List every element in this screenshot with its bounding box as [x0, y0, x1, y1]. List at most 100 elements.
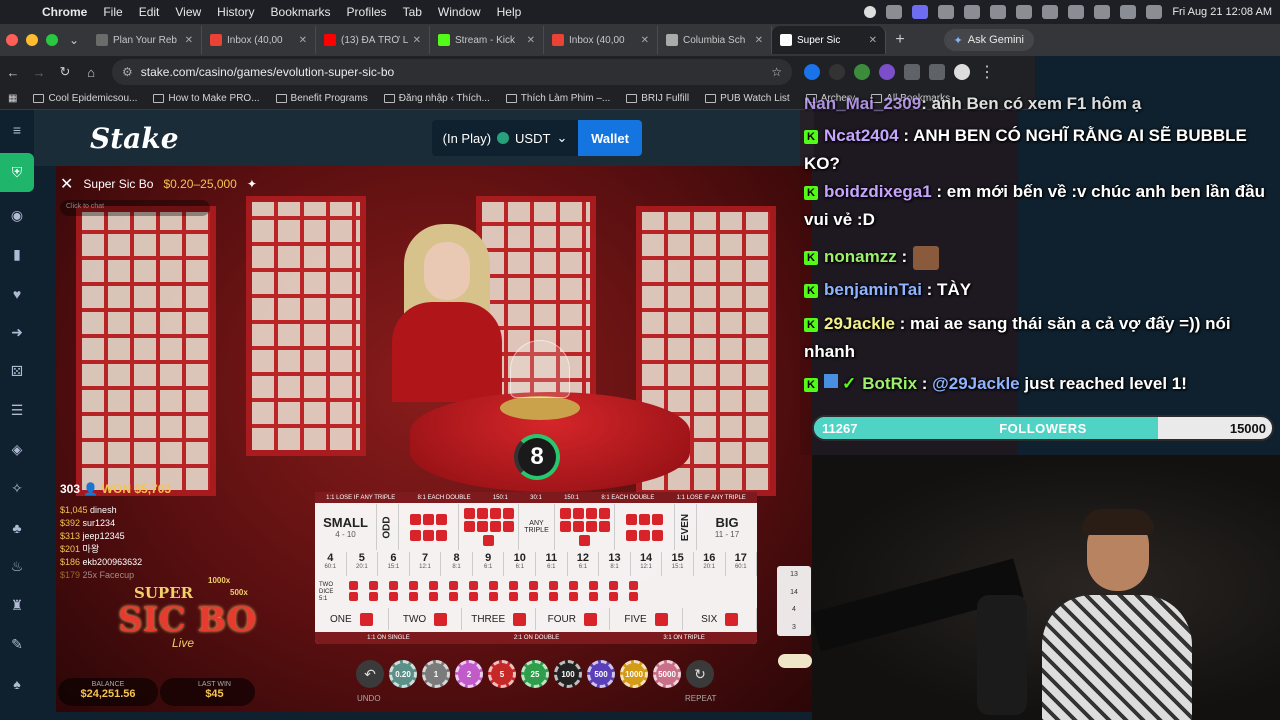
bet-single-three[interactable]: THREE — [462, 608, 537, 630]
favorite-star-icon[interactable]: ✦ — [247, 177, 257, 191]
dice-icon[interactable]: ⚄ — [0, 352, 34, 391]
bet-two-dice-combo[interactable] — [485, 581, 501, 603]
bet-two-dice-combo[interactable] — [545, 581, 561, 603]
menu-hamburger-icon[interactable]: ≡ — [0, 110, 34, 149]
tab-search-chevron-icon[interactable]: ⌄ — [60, 28, 88, 52]
balance-selector[interactable]: (In Play) USDT ⌄ — [432, 120, 578, 156]
bet-total-11[interactable]: 11 6:1 — [536, 552, 568, 576]
close-tab-icon[interactable]: ✕ — [755, 35, 763, 46]
search-icon[interactable] — [1120, 5, 1137, 19]
chrome-menu-kebab-icon[interactable]: ⋮ — [979, 62, 995, 82]
media-controls-icon[interactable] — [929, 64, 945, 80]
menu-edit[interactable]: Edit — [131, 5, 168, 19]
extension-2-icon[interactable] — [829, 64, 845, 80]
close-tab-icon[interactable]: ✕ — [527, 35, 535, 46]
menu-bookmarks[interactable]: Bookmarks — [263, 5, 339, 19]
menu-app-chrome[interactable]: Chrome — [34, 5, 95, 19]
bet-two-dice-combo[interactable] — [625, 581, 641, 603]
results-roadmap[interactable]: 13 14 4 3 — [777, 566, 811, 636]
bet-single-six[interactable]: SIX — [683, 608, 758, 630]
menu-help[interactable]: Help — [489, 5, 530, 19]
profile-avatar-icon[interactable] — [954, 64, 970, 80]
menu-tab[interactable]: Tab — [395, 5, 430, 19]
bet-two-dice-combo[interactable] — [505, 581, 521, 603]
browser-tab[interactable]: Columbia Sch ✕ — [658, 26, 772, 54]
extension-p-icon[interactable] — [879, 64, 895, 80]
forward-arrow-icon[interactable]: → — [26, 65, 52, 80]
stats-icon[interactable]: ♣ — [0, 508, 34, 547]
close-window-button[interactable] — [6, 34, 18, 46]
fire-icon[interactable]: ♨ — [0, 547, 34, 586]
bet-big[interactable]: BIG 11 - 17 — [697, 504, 757, 550]
extension-1-icon[interactable] — [804, 64, 820, 80]
bet-total-15[interactable]: 15 15:1 — [662, 552, 694, 576]
bet-two-dice-combo[interactable] — [345, 581, 361, 603]
minimize-window-button[interactable] — [26, 34, 38, 46]
record-status-icon[interactable] — [864, 6, 877, 18]
menubar-clock[interactable]: Fri Aug 21 12:08 AM — [1172, 6, 1272, 18]
d-app-icon[interactable] — [964, 5, 981, 19]
repeat-button[interactable]: ↻ — [686, 660, 714, 688]
heart-icon[interactable]: ♥ — [0, 274, 34, 313]
bet-total-5[interactable]: 5 20:1 — [347, 552, 379, 576]
stake-logo[interactable]: Stake — [90, 122, 179, 155]
bet-two-dice-combo[interactable] — [465, 581, 481, 603]
menu-profiles[interactable]: Profiles — [339, 5, 395, 19]
extensions-puzzle-icon[interactable] — [904, 64, 920, 80]
bet-single-two[interactable]: TWO — [389, 608, 463, 630]
bet-total-9[interactable]: 9 6:1 — [473, 552, 505, 576]
chip-500[interactable]: 500 — [587, 660, 615, 688]
bookmark-icon[interactable]: ▮ — [0, 235, 34, 274]
undo-button[interactable]: ↶ — [356, 660, 384, 688]
site-info-icon[interactable]: ⚙ — [122, 65, 133, 79]
sparkle-icon[interactable]: ✧ — [0, 469, 34, 508]
bookmark-star-icon[interactable]: ☆ — [771, 65, 782, 79]
sports-ball-icon[interactable]: ◉ — [0, 196, 34, 235]
bookmark-item[interactable]: How to Make PRO... — [145, 93, 267, 104]
bet-total-4[interactable]: 4 60:1 — [315, 552, 347, 576]
bet-even[interactable]: EVEN — [675, 504, 697, 550]
chip-25[interactable]: 25 — [521, 660, 549, 688]
shield-icon[interactable]: ⛨ — [0, 153, 34, 192]
bet-doubles-left[interactable] — [399, 504, 459, 550]
chip-1[interactable]: 1 — [422, 660, 450, 688]
bet-specific-triples-right[interactable] — [555, 504, 615, 550]
browser-tab[interactable]: Inbox (40,00 ✕ — [544, 26, 658, 54]
pen-icon[interactable]: ✎ — [0, 625, 34, 664]
extension-ph-icon[interactable] — [854, 64, 870, 80]
bet-two-dice-combo[interactable] — [585, 581, 601, 603]
bet-total-16[interactable]: 16 20:1 — [694, 552, 726, 576]
bet-two-dice-combo[interactable] — [365, 581, 381, 603]
chip-5000[interactable]: 5000 — [653, 660, 681, 688]
bet-single-five[interactable]: FIVE — [610, 608, 684, 630]
bet-doubles-right[interactable] — [615, 504, 675, 550]
bookmark-item[interactable]: Benefit Programs — [268, 93, 376, 104]
bet-total-13[interactable]: 13 8:1 — [599, 552, 631, 576]
chip-1000[interactable]: 1000 — [620, 660, 648, 688]
control-center-icon[interactable] — [1146, 5, 1163, 19]
bet-two-dice-combo[interactable] — [605, 581, 621, 603]
bet-total-14[interactable]: 14 12:1 — [631, 552, 663, 576]
menu-view[interactable]: View — [167, 5, 209, 19]
ask-gemini-button[interactable]: ✦ Ask Gemini — [943, 29, 1034, 51]
new-tab-button[interactable]: + — [886, 31, 914, 49]
menu-window[interactable]: Window — [430, 5, 489, 19]
bet-specific-triples-left[interactable] — [459, 504, 519, 550]
wallet-button[interactable]: Wallet — [578, 120, 642, 156]
bet-small[interactable]: SMALL 4 - 10 — [315, 504, 377, 550]
arrow-circle-icon[interactable]: ➜ — [0, 313, 34, 352]
close-tab-icon[interactable]: ✕ — [641, 35, 649, 46]
browser-tab[interactable]: Stream - Kick ✕ — [430, 26, 544, 54]
bookmark-item[interactable]: Đăng nhập ‹ Thích... — [376, 93, 498, 104]
bet-odd[interactable]: ODD — [377, 504, 399, 550]
browser-tab[interactable]: Super Sic ✕ — [772, 26, 886, 54]
bet-two-dice-combo[interactable] — [565, 581, 581, 603]
chip-icon[interactable]: ◈ — [0, 430, 34, 469]
bet-total-7[interactable]: 7 12:1 — [410, 552, 442, 576]
browser-tab[interactable]: Plan Your Reb ✕ — [88, 26, 202, 54]
chip-5[interactable]: 5 — [488, 660, 516, 688]
bet-two-dice-combo[interactable] — [405, 581, 421, 603]
back-arrow-icon[interactable]: ← — [0, 65, 26, 80]
close-tab-icon[interactable]: ✕ — [413, 35, 421, 46]
close-tab-icon[interactable]: ✕ — [869, 35, 877, 46]
